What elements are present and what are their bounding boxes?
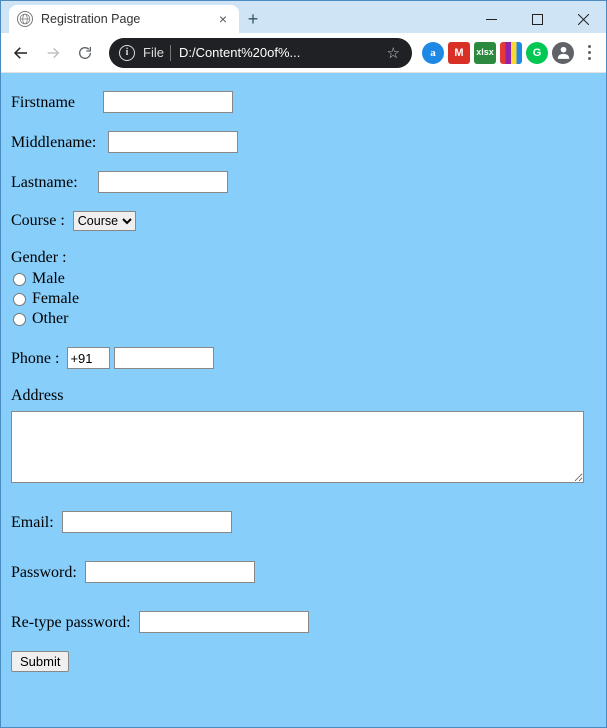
retype-password-input[interactable] <box>139 611 309 633</box>
password-label: Password: <box>11 564 77 581</box>
url-scheme-label: File <box>143 45 164 60</box>
titlebar: Registration Page × + <box>1 1 606 33</box>
firstname-input[interactable] <box>103 91 233 113</box>
extension-colorbar-icon[interactable] <box>500 42 522 64</box>
address-bar[interactable]: i File D:/Content%20of%... ☆ <box>109 38 412 68</box>
password-input[interactable] <box>85 561 255 583</box>
course-label: Course : <box>11 212 65 229</box>
extension-gmail-icon[interactable]: M <box>448 42 470 64</box>
toolbar: i File D:/Content%20of%... ☆ a M xlsx G <box>1 33 606 73</box>
extension-excel-icon[interactable]: xlsx <box>474 42 496 64</box>
page-content: Firstname Middlename: Lastname: Course :… <box>1 73 606 727</box>
phone-label: Phone : <box>11 350 59 367</box>
gender-other-radio[interactable] <box>13 313 26 326</box>
middlename-label: Middlename: <box>11 134 96 151</box>
browser-window: Registration Page × + i File D:/Content%… <box>0 0 607 728</box>
new-tab-button[interactable]: + <box>239 5 267 33</box>
extension-amazon-icon[interactable]: a <box>422 42 444 64</box>
email-input[interactable] <box>62 511 232 533</box>
reload-button[interactable] <box>71 39 99 67</box>
profile-avatar-icon[interactable] <box>552 42 574 64</box>
tab-title: Registration Page <box>41 12 215 26</box>
forward-button[interactable] <box>39 39 67 67</box>
gender-male-radio[interactable] <box>13 273 26 286</box>
gender-male-label: Male <box>32 270 65 288</box>
address-textarea[interactable] <box>11 411 584 483</box>
window-maximize-button[interactable] <box>514 5 560 33</box>
submit-button[interactable]: Submit <box>11 651 69 672</box>
back-button[interactable] <box>7 39 35 67</box>
tab-close-icon[interactable]: × <box>215 11 231 27</box>
phone-number-input[interactable] <box>114 347 214 369</box>
address-label: Address <box>11 387 63 404</box>
gender-label: Gender : <box>11 249 67 266</box>
phone-prefix-input[interactable] <box>67 347 110 369</box>
firstname-label: Firstname <box>11 94 75 111</box>
extension-grammarly-icon[interactable]: G <box>526 42 548 64</box>
globe-icon <box>17 11 33 27</box>
lastname-label: Lastname: <box>11 174 78 191</box>
info-icon[interactable]: i <box>119 45 135 61</box>
gender-female-label: Female <box>32 290 79 308</box>
window-close-button[interactable] <box>560 5 606 33</box>
course-select[interactable]: Course <box>73 211 136 231</box>
separator <box>170 45 171 61</box>
lastname-input[interactable] <box>98 171 228 193</box>
email-label: Email: <box>11 514 54 531</box>
middlename-input[interactable] <box>108 131 238 153</box>
window-minimize-button[interactable] <box>468 5 514 33</box>
retype-password-label: Re-type password: <box>11 614 131 631</box>
gender-other-label: Other <box>32 310 68 328</box>
kebab-menu-icon[interactable] <box>578 41 600 64</box>
bookmark-star-icon[interactable]: ☆ <box>381 44 406 62</box>
url-text: D:/Content%20of%... <box>179 45 381 60</box>
gender-female-radio[interactable] <box>13 293 26 306</box>
browser-tab[interactable]: Registration Page × <box>9 5 239 33</box>
